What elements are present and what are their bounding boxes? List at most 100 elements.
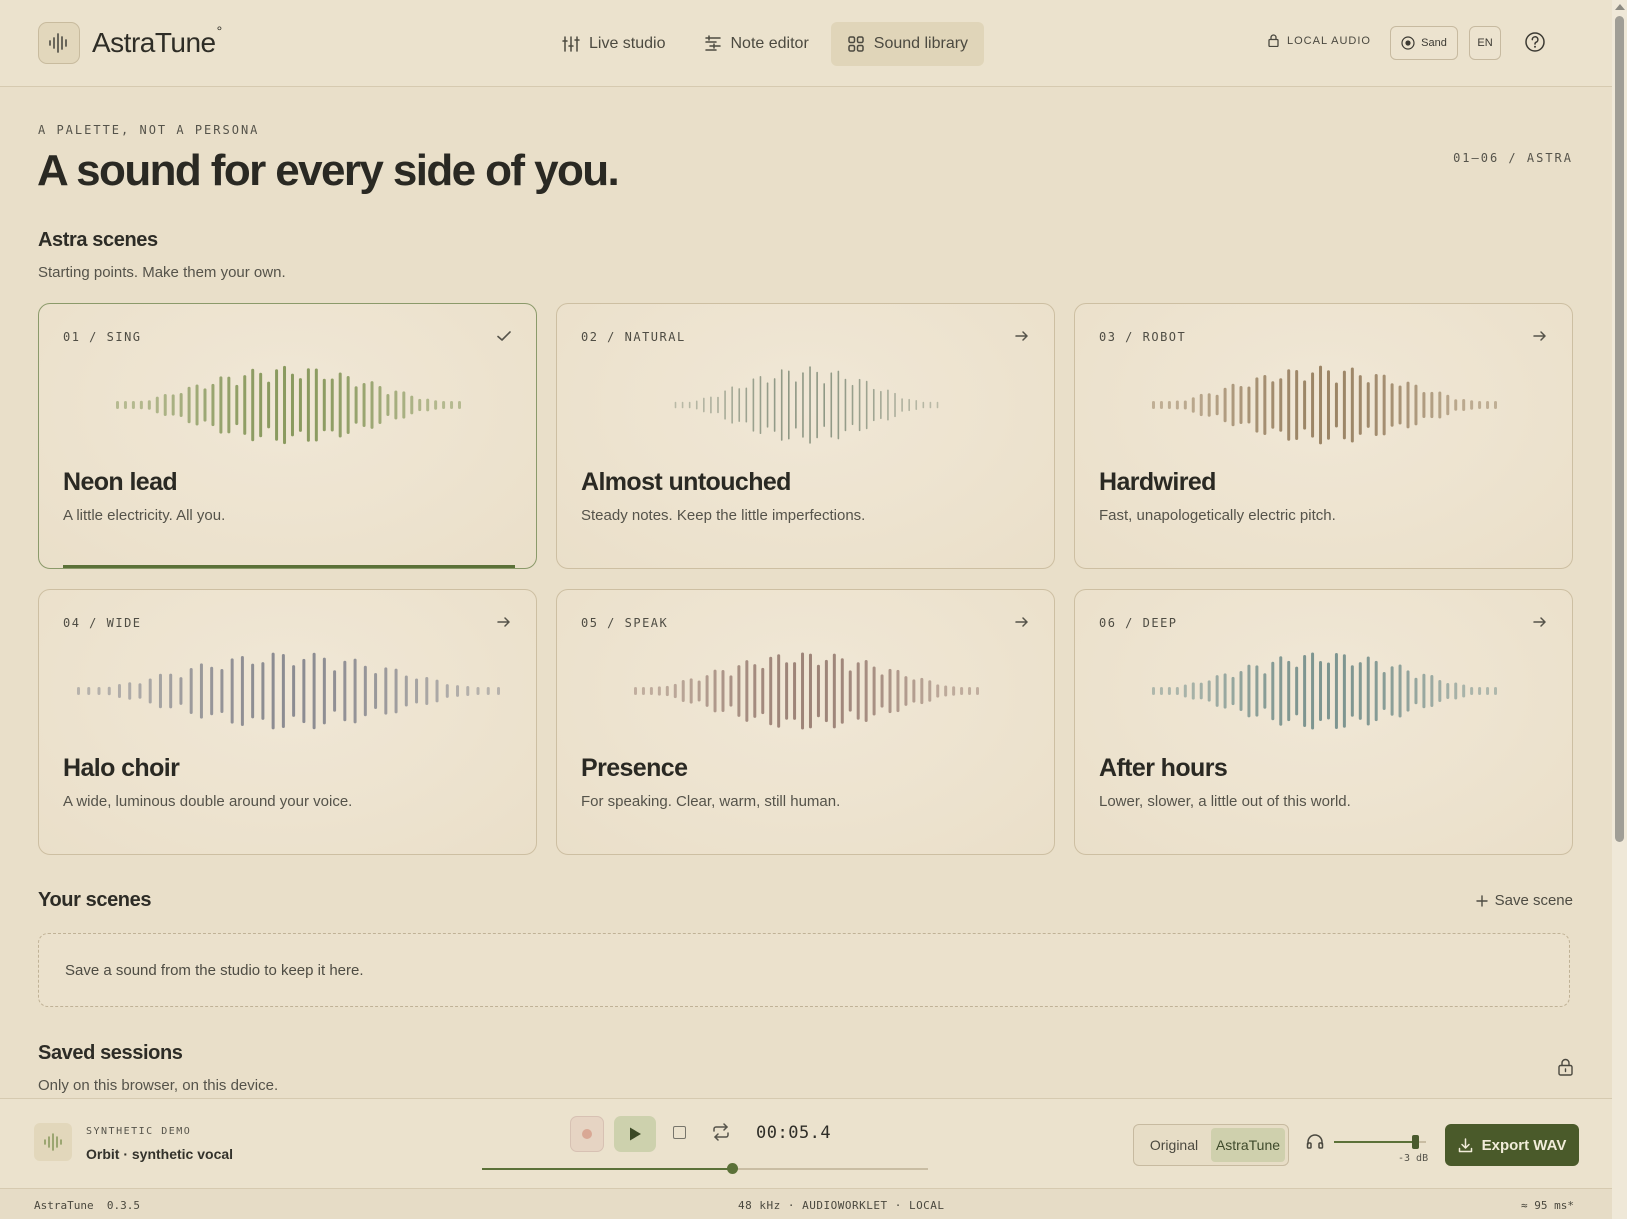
ab-original-option[interactable]: Original [1137,1128,1211,1162]
arrow-right-icon [1015,331,1028,341]
card-tag: 01 / SING [63,330,142,344]
save-scene-label: Save scene [1494,892,1573,909]
language-button[interactable]: EN [1469,26,1501,60]
your-scenes-empty-state: Save a sound from the studio to keep it … [38,933,1570,1007]
card-description: A wide, luminous double around your voic… [63,793,353,810]
lock-icon [1268,34,1279,47]
hero-eyebrow: A PALETTE, NOT A PERSONA [38,123,260,137]
saved-sessions-title: Saved sessions [38,1042,183,1064]
scroll-thumb[interactable] [1615,16,1624,842]
source-label: SYNTHETIC DEMO [86,1126,192,1137]
ab-astratune-option[interactable]: AstraTune [1211,1128,1285,1162]
page-scrollbar[interactable] [1612,0,1627,1219]
nav-label: Live studio [589,35,666,52]
card-title: Presence [581,754,688,782]
nav-live-studio[interactable]: Live studio [546,22,682,66]
scene-card[interactable]: 02 / NATURAL Almost untouched Steady not… [556,303,1055,569]
astra-scenes-subtitle: Starting points. Make them your own. [38,264,286,281]
grid-icon [848,36,864,52]
playback-time: 00:05.4 [756,1123,832,1143]
theme-label: Sand [1421,37,1447,49]
app-version: AstraTune 0.3.5 [34,1199,140,1212]
card-description: Steady notes. Keep the little imperfecti… [581,507,866,524]
volume-db-label: -3 dB [1398,1153,1429,1164]
lock-icon [1558,1058,1573,1081]
waveform-icon [34,1123,72,1161]
arrow-right-icon [1015,617,1028,627]
selected-underline [63,565,515,568]
track-title: Orbit · synthetic vocal [86,1146,234,1162]
nav-label: Note editor [730,35,809,52]
scene-card[interactable]: 03 / ROBOT Hardwired Fast, unapologetica… [1074,303,1573,569]
export-wav-button[interactable]: Export WAV [1445,1124,1579,1166]
scroll-up-arrow[interactable] [1615,4,1625,10]
top-bar: AstraTune° Live studio Note editor Sound… [0,0,1612,87]
card-tag: 04 / WIDE [63,616,142,630]
card-waveform [634,652,979,730]
card-title: Hardwired [1099,468,1216,496]
arrow-right-icon [1533,331,1546,341]
theme-circle-icon [1401,36,1415,50]
scene-card[interactable]: 05 / SPEAK Presence For speaking. Clear,… [556,589,1055,855]
scene-card[interactable]: 06 / DEEP After hours Lower, slower, a l… [1074,589,1573,855]
nav-note-editor[interactable]: Note editor [688,22,825,66]
download-icon [1458,1137,1472,1152]
card-title: After hours [1099,754,1228,782]
save-scene-button[interactable]: Save scene [1475,892,1573,909]
player-bar: SYNTHETIC DEMO Orbit · synthetic vocal 0… [0,1098,1612,1188]
export-label: Export WAV [1481,1136,1567,1154]
brand[interactable]: AstraTune° [38,22,222,64]
astra-scenes-title: Astra scenes [38,229,158,251]
plus-icon [1475,894,1488,907]
saved-sessions-subtitle: Only on this browser, on this device. [38,1077,279,1094]
volume-slider[interactable] [1334,1135,1426,1149]
card-title: Almost untouched [581,468,791,496]
card-tag: 03 / ROBOT [1099,330,1187,344]
card-description: A little electricity. All you. [63,507,226,524]
local-audio-label: LOCAL AUDIO [1287,34,1371,47]
card-description: For speaking. Clear, warm, still human. [581,793,841,810]
scene-card[interactable]: 04 / WIDE Halo choir A wide, luminous do… [38,589,537,855]
card-waveform [116,365,461,445]
loop-icon[interactable] [711,1123,731,1146]
help-icon[interactable] [1524,31,1546,58]
note-list-icon [704,35,721,51]
volume-level [1334,1141,1415,1143]
record-dot-icon [582,1129,592,1139]
play-button[interactable] [614,1116,656,1152]
card-description: Fast, unapologetically electric pitch. [1099,507,1336,524]
main-nav: Live studio Note editor Sound library [546,22,985,66]
theme-button[interactable]: Sand [1390,26,1458,60]
card-title: Neon lead [63,468,178,496]
card-tag: 06 / DEEP [1099,616,1178,630]
volume-handle[interactable] [1411,1135,1419,1149]
ab-compare-toggle: Original AstraTune [1133,1124,1289,1166]
record-button[interactable] [570,1116,604,1152]
nav-sound-library[interactable]: Sound library [830,22,985,66]
your-scenes-title: Your scenes [38,889,152,911]
latency-readout: ≈ 95 ms* [1521,1199,1574,1212]
play-icon [630,1127,641,1141]
card-title: Halo choir [63,754,180,782]
scene-card[interactable]: 01 / SING Neon lead A little electricity… [38,303,537,569]
arrow-right-icon [497,617,510,627]
status-bar: AstraTune 0.3.5 48 kHz · AUDIOWORKLET · … [0,1188,1612,1219]
seek-progress [482,1168,732,1170]
local-audio-indicator: LOCAL AUDIO [1268,34,1371,47]
headphones-icon [1306,1133,1324,1154]
seek-handle[interactable] [726,1163,738,1174]
seek-bar[interactable] [482,1163,928,1174]
stop-button[interactable] [673,1126,686,1139]
arrow-right-icon [1533,617,1546,627]
sliders-icon [562,36,580,52]
top-right-controls: LOCAL AUDIO Sand EN [1252,26,1612,62]
card-waveform [1152,365,1497,445]
nav-label: Sound library [873,35,969,52]
waveform-logo-icon [38,22,80,64]
audio-engine-info: 48 kHz · AUDIOWORKLET · LOCAL [738,1199,945,1212]
card-tag: 02 / NATURAL [581,330,686,344]
card-tag: 05 / SPEAK [581,616,669,630]
hero-index: 01—06 / ASTRA [1453,151,1573,165]
card-waveform [77,652,500,730]
card-waveform [674,366,939,444]
